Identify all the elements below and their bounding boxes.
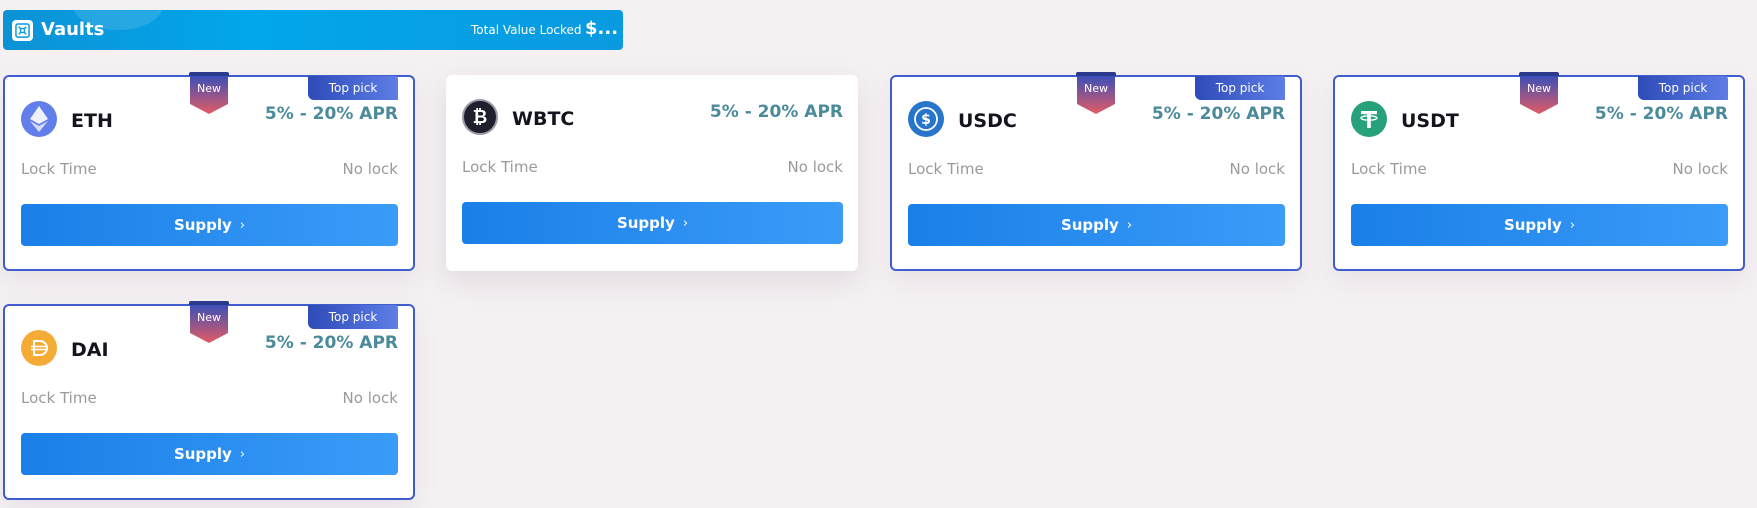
chevron-right-icon: › xyxy=(1126,217,1133,233)
usdc-icon: $ xyxy=(908,101,944,137)
lock-time-value: No lock xyxy=(1229,160,1285,178)
lock-time-value: No lock xyxy=(787,158,843,176)
top-pick-badge: Top pick xyxy=(308,76,398,100)
supply-button[interactable]: Supply › xyxy=(462,202,843,244)
coin-name: DAI xyxy=(71,339,109,361)
vault-card-eth: New Top pick ETH 5% - 20% APR Lock Time … xyxy=(3,72,415,271)
lock-time-value: No lock xyxy=(1672,160,1728,178)
supply-button[interactable]: Supply › xyxy=(21,204,398,246)
lock-time-value: No lock xyxy=(342,160,398,178)
coin-name: ETH xyxy=(71,110,113,132)
page-title: Vaults xyxy=(41,19,105,40)
new-badge: New xyxy=(1519,72,1559,114)
new-badge: New xyxy=(189,301,229,343)
usdt-icon xyxy=(1351,101,1387,137)
apr-value: 5% - 20% APR xyxy=(264,104,398,124)
vault-card-wbtc: ₿ WBTC 5% - 20% APR Lock Time No lock Su… xyxy=(446,75,858,271)
dai-icon xyxy=(21,330,57,366)
supply-button[interactable]: Supply › xyxy=(908,204,1285,246)
eth-icon xyxy=(21,101,57,137)
new-badge: New xyxy=(189,72,229,114)
vault-card-dai: New Top pick DAI 5% - 20% APR Lock Time … xyxy=(3,301,415,500)
apr-value: 5% - 20% APR xyxy=(709,102,843,122)
chevron-right-icon: › xyxy=(682,215,689,231)
coin-name: WBTC xyxy=(512,108,575,130)
tvl-label: Total Value Locked xyxy=(471,23,582,37)
coin-name: USDC xyxy=(958,110,1017,132)
top-pick-badge: Top pick xyxy=(1195,76,1285,100)
vault-card-usdc: New Top pick $ USDC 5% - 20% APR Lock Ti… xyxy=(890,72,1302,271)
apr-value: 5% - 20% APR xyxy=(264,333,398,353)
new-badge: New xyxy=(1076,72,1116,114)
lock-time-label: Lock Time xyxy=(908,160,984,178)
apr-value: 5% - 20% APR xyxy=(1594,104,1728,124)
apr-value: 5% - 20% APR xyxy=(1151,104,1285,124)
vaults-header: Vaults Total Value Locked $... xyxy=(3,10,623,50)
lock-time-label: Lock Time xyxy=(462,158,538,176)
supply-button[interactable]: Supply › xyxy=(1351,204,1728,246)
supply-button[interactable]: Supply › xyxy=(21,433,398,475)
tvl-value: $... xyxy=(585,18,619,39)
lock-time-label: Lock Time xyxy=(1351,160,1427,178)
lock-time-label: Lock Time xyxy=(21,389,97,407)
coin-name: USDT xyxy=(1401,110,1459,132)
svg-text:$: $ xyxy=(921,112,931,128)
top-pick-badge: Top pick xyxy=(1638,76,1728,100)
vault-logo-icon xyxy=(12,20,33,41)
chevron-right-icon: › xyxy=(1569,217,1576,233)
wbtc-icon: ₿ xyxy=(462,99,498,135)
vault-card-usdt: New Top pick USDT 5% - 20% APR Lock Time… xyxy=(1333,72,1745,271)
top-pick-badge: Top pick xyxy=(308,305,398,329)
chevron-right-icon: › xyxy=(239,446,246,462)
lock-time-label: Lock Time xyxy=(21,160,97,178)
chevron-right-icon: › xyxy=(239,217,246,233)
lock-time-value: No lock xyxy=(342,389,398,407)
